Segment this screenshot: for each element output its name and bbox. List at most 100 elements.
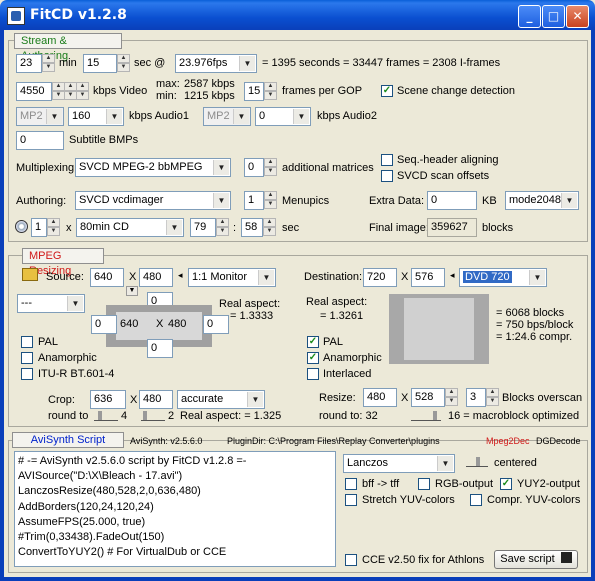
close-button[interactable]: ✕ — [566, 5, 589, 28]
bff-checkbox[interactable] — [345, 478, 357, 490]
itu-checkbox[interactable] — [21, 368, 33, 380]
crop-height-input[interactable]: 480 — [139, 390, 173, 409]
seconds-spinner[interactable]: ▲ ▼ — [117, 54, 130, 73]
rgb-checkbox[interactable] — [418, 478, 430, 490]
video-kbps-spinner-3[interactable]: ▲ ▼ — [76, 82, 89, 101]
audio2-kbps-value: 0 — [259, 110, 266, 122]
matrices-input[interactable]: 0 — [244, 158, 264, 177]
resizer-select[interactable]: Lanczos ▼ — [343, 454, 455, 473]
round-to-label: round to — [48, 410, 89, 422]
minutes-input[interactable]: 23 — [16, 54, 42, 73]
audio1-kbps-select[interactable]: 160 ▼ — [68, 107, 124, 126]
dst-anamorphic-checkbox[interactable]: ✓ — [307, 352, 319, 364]
dst-pal-checkbox[interactable]: ✓ — [307, 336, 319, 348]
audio2-kbps-select[interactable]: 0 ▼ — [255, 107, 311, 126]
disc-count-input[interactable]: 1 — [31, 218, 47, 237]
cd-seconds-input[interactable]: 58 — [241, 218, 263, 237]
matrices-spinner[interactable]: ▲ ▼ — [264, 158, 277, 177]
crop-width-input[interactable]: 636 — [90, 390, 126, 409]
disc-icon — [15, 220, 28, 233]
menupics-input[interactable]: 1 — [244, 191, 264, 210]
compr-checkbox[interactable] — [470, 494, 482, 506]
seq-header-checkbox[interactable] — [381, 154, 393, 166]
macroblock-slider[interactable] — [411, 411, 441, 421]
disc-count-spinner[interactable]: ▲ ▼ — [47, 218, 60, 237]
round-slider-2[interactable] — [141, 411, 165, 421]
dst-pal-label: PAL — [323, 336, 343, 348]
menupics-spinner[interactable]: ▲ ▼ — [264, 191, 277, 210]
gop-label: frames per GOP — [282, 85, 363, 97]
overscan-input[interactable]: 3 — [466, 388, 486, 407]
fps-select[interactable]: 23.976fps ▼ — [175, 54, 257, 73]
script-textarea[interactable]: # -= AviSynth v2.5.6.0 script by FitCD v… — [14, 451, 336, 567]
mode-select[interactable]: mode2048 ▼ — [505, 191, 579, 210]
crop-real-aspect: Real aspect: = 1.325 — [180, 410, 282, 422]
chevron-down-icon: ▼ — [213, 193, 229, 208]
stretch-checkbox[interactable] — [345, 494, 357, 506]
open-folder-icon[interactable] — [22, 268, 38, 281]
crop-top-spinner[interactable]: ▼ — [126, 286, 138, 296]
cd-size-select[interactable]: 80min CD ▼ — [76, 218, 184, 237]
dgdecode-label: DGDecode — [536, 436, 581, 446]
crop-left-input[interactable]: 0 — [91, 315, 117, 334]
dest-width-input[interactable]: 720 — [363, 268, 397, 287]
sec-at-label: sec @ — [134, 57, 166, 69]
left-arrow-icon[interactable]: ◂ — [450, 270, 455, 281]
overscan-spinner[interactable]: ▲ ▼ — [486, 388, 499, 407]
audio2-format-select[interactable]: MP2 ▼ — [203, 107, 251, 126]
interlaced-checkbox[interactable] — [307, 368, 319, 380]
floppy-disk-icon — [560, 552, 572, 563]
tab-stream-authoring[interactable]: Stream & Authoring — [14, 33, 122, 62]
scan-offsets-checkbox[interactable] — [381, 170, 393, 182]
resize-spinner[interactable]: ▲ ▼ — [445, 388, 458, 407]
script-line: AVISource("D:\X\Bleach - 17.avi") — [18, 470, 183, 483]
overscan-label: Blocks overscan — [502, 392, 583, 404]
kbps-video-label: kbps Video — [93, 85, 148, 97]
gop-input[interactable]: 15 — [244, 82, 264, 101]
audio1-format-select[interactable]: MP2 ▼ — [16, 107, 64, 126]
dest-height-input[interactable]: 576 — [411, 268, 445, 287]
seconds-input[interactable]: 15 — [83, 54, 117, 73]
cd-minutes-spinner[interactable]: ▲ ▼ — [216, 218, 229, 237]
src-anamorphic-checkbox[interactable] — [21, 352, 33, 364]
audio2-format-value: MP2 — [207, 110, 230, 122]
resize-width-input[interactable]: 480 — [363, 388, 397, 407]
centered-slider[interactable] — [466, 457, 488, 467]
resize-height-input[interactable]: 528 — [411, 388, 445, 407]
authoring-select[interactable]: SVCD vcdimager ▼ — [75, 191, 231, 210]
monitor-select[interactable]: 1:1 Monitor ▼ — [188, 268, 276, 287]
source-height-input[interactable]: 480 — [139, 268, 173, 287]
format-select[interactable]: DVD 720 ▼ — [459, 268, 547, 287]
source-x-label: X — [129, 271, 137, 283]
subtitle-input[interactable]: 0 — [16, 131, 64, 150]
minimize-button[interactable]: _ — [518, 5, 541, 28]
cce-checkbox[interactable] — [345, 554, 357, 566]
crop-mode-select[interactable]: accurate ▼ — [177, 390, 265, 409]
mode-value: mode2048 — [509, 194, 561, 206]
sec-label: sec — [282, 222, 300, 234]
source-aspect-select[interactable]: --- ▼ — [17, 294, 85, 313]
chevron-down-icon: ▼ — [213, 160, 229, 175]
tab-mpeg-resizing[interactable]: MPEG Resizing — [22, 248, 104, 277]
minutes-spinner[interactable]: ▲ ▼ — [42, 54, 55, 73]
gop-spinner[interactable]: ▲ ▼ — [264, 82, 277, 101]
scene-change-checkbox[interactable]: ✓ — [381, 85, 393, 97]
src-pal-checkbox[interactable] — [21, 336, 33, 348]
extra-data-input[interactable]: 0 — [427, 191, 477, 210]
yuy2-checkbox[interactable]: ✓ — [500, 478, 512, 490]
source-width-input[interactable]: 640 — [90, 268, 124, 287]
round-slider-1[interactable] — [94, 411, 118, 421]
crop-bottom-input[interactable]: 0 — [147, 339, 173, 358]
multiplexing-select[interactable]: SVCD MPEG-2 bbMPEG ▼ — [75, 158, 231, 177]
left-arrow-icon[interactable]: ◂ — [178, 270, 183, 281]
crop-right-input[interactable]: 0 — [203, 315, 229, 334]
cd-minutes-input[interactable]: 79 — [190, 218, 216, 237]
video-kbps-input[interactable]: 4550 — [16, 82, 52, 101]
maximize-button[interactable]: □ — [542, 5, 565, 28]
cd-seconds-spinner[interactable]: ▲ ▼ — [263, 218, 276, 237]
save-script-button[interactable]: Save script — [494, 550, 578, 569]
script-line: LanczosResize(480,528,2,0,636,480) — [18, 485, 201, 498]
chevron-down-icon: ▼ — [437, 456, 453, 471]
tab-avisynth-script[interactable]: AviSynth Script — [12, 432, 124, 448]
kb-label: KB — [482, 195, 497, 207]
